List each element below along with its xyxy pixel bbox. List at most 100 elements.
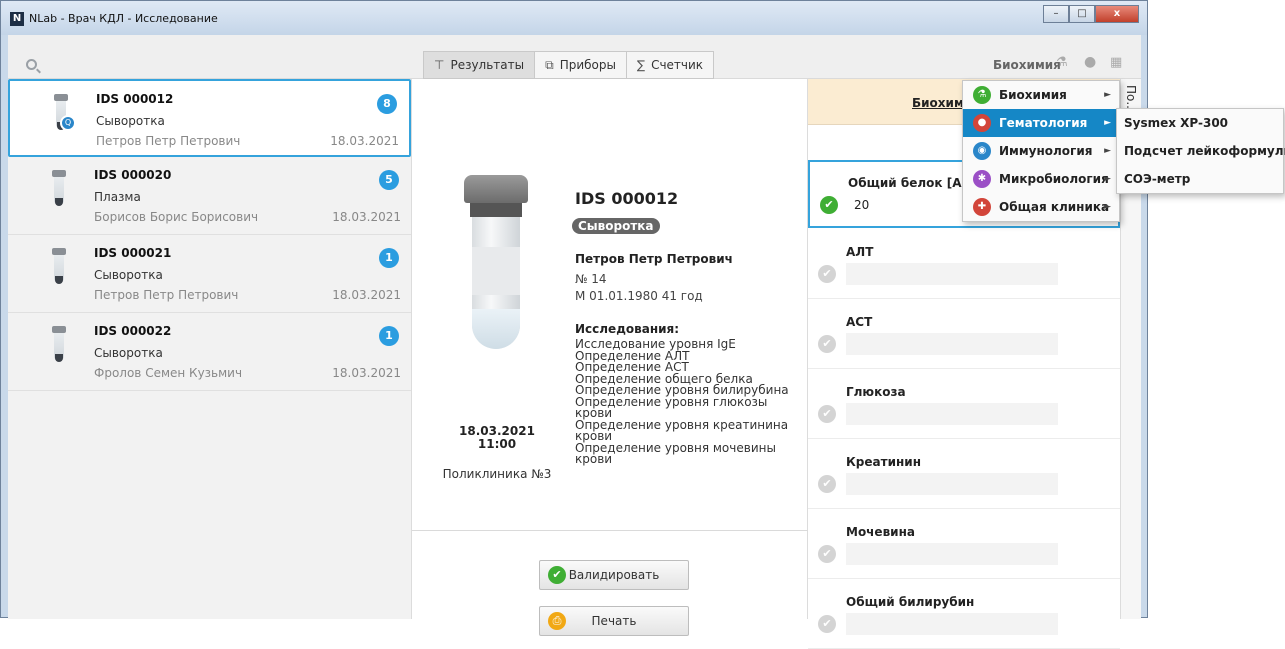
tab-results[interactable]: ⊤ Результаты xyxy=(423,51,536,79)
maximize-button[interactable]: □ xyxy=(1069,5,1095,23)
menu-item-general-clinic[interactable]: ✚ Общая клиника ► xyxy=(963,193,1119,221)
menu-item-label: Биохимия xyxy=(999,88,1067,102)
user-icon[interactable]: ● xyxy=(1084,54,1096,70)
collection-datetime: 18.03.2021 11:00 xyxy=(442,425,552,451)
tube-icon xyxy=(52,326,66,364)
result-value-input[interactable] xyxy=(846,543,1058,565)
chevron-right-icon: ► xyxy=(1104,118,1111,128)
submenu-item-esr-meter[interactable]: СОЭ-метр xyxy=(1117,165,1283,193)
sample-patient: Петров Петр Петрович xyxy=(96,134,241,148)
result-row[interactable]: ✔ Глюкоза xyxy=(808,371,1120,439)
check-icon[interactable]: ✔ xyxy=(818,475,836,493)
microbe-icon: ✱ xyxy=(973,170,991,188)
printer-icon: ⎙ xyxy=(548,612,566,630)
tab-counter-label: Счетчик xyxy=(651,58,704,72)
tab-devices[interactable]: ⧉ Приборы xyxy=(534,51,627,79)
sample-date: 18.03.2021 xyxy=(332,288,401,302)
app-logo-icon: N xyxy=(10,12,24,26)
check-icon[interactable]: ✔ xyxy=(818,265,836,283)
tests-list: Исследование уровня IgE Определение АЛТ … xyxy=(575,338,795,466)
result-value-input[interactable] xyxy=(846,403,1058,425)
menu-item-label: Микробиология xyxy=(999,172,1109,186)
submenu-item-sysmex[interactable]: Sysmex XP-300 xyxy=(1117,109,1283,137)
detail-patient-number: № 14 xyxy=(575,272,607,286)
sample-item[interactable]: Q IDS 000012 Сыворотка Петров Петр Петро… xyxy=(8,79,411,157)
menu-item-immunology[interactable]: ◉ Иммунология ► xyxy=(963,137,1119,165)
blood-drop-icon: ● xyxy=(973,114,991,132)
submenu-item-leukoformula[interactable]: Подсчет лейкоформулы xyxy=(1117,137,1285,165)
search-icon[interactable] xyxy=(26,59,37,70)
result-value-input[interactable] xyxy=(846,263,1058,285)
detail-sample-id: IDS 000012 xyxy=(575,189,679,208)
test-count-badge: 8 xyxy=(377,94,397,114)
menu-item-label: Иммунология xyxy=(999,144,1093,158)
sample-item[interactable]: IDS 000022 Сыворотка Фролов Семен Кузьми… xyxy=(8,313,411,391)
check-icon[interactable]: ✔ xyxy=(818,545,836,563)
hematology-submenu: Sysmex XP-300 Подсчет лейкоформулы СОЭ-м… xyxy=(1116,108,1285,194)
test-count-badge: 5 xyxy=(379,170,399,190)
test-count-badge: 1 xyxy=(379,248,399,268)
collection-time: 11:00 xyxy=(477,437,517,451)
menu-item-label: Гематология xyxy=(999,116,1088,130)
result-row[interactable]: ✔ Мочевина xyxy=(808,511,1120,579)
view-tabs: ⊤ Результаты ⧉ Приборы ∑ Счетчик xyxy=(423,51,715,79)
check-icon[interactable]: ✔ xyxy=(820,196,838,214)
result-value-input[interactable] xyxy=(846,473,1058,495)
sample-patient: Борисов Борис Борисович xyxy=(94,210,259,224)
menu-item-microbiology[interactable]: ✱ Микробиология ► xyxy=(963,165,1119,193)
sample-tube-image xyxy=(464,175,528,355)
chevron-right-icon: ► xyxy=(1104,202,1111,212)
result-row[interactable]: ✔ АЛТ xyxy=(808,231,1120,299)
devices-icon: ⧉ xyxy=(545,58,554,72)
flask-icon[interactable]: ⚗ xyxy=(1056,55,1068,70)
sample-date: 18.03.2021 xyxy=(330,134,399,148)
test-item: Определение уровня мочевины крови xyxy=(575,440,776,466)
result-row[interactable]: ✔ Креатинин xyxy=(808,441,1120,509)
grid-menu-icon[interactable]: ▦ xyxy=(1110,55,1122,70)
lab-selector-label[interactable]: Биохимия xyxy=(993,58,1061,72)
minimize-button[interactable]: – xyxy=(1043,5,1069,23)
check-icon[interactable]: ✔ xyxy=(818,405,836,423)
title-bar: N NLab - Врач КДЛ - Исследование – □ x xyxy=(1,1,1147,35)
check-icon: ✔ xyxy=(548,566,566,584)
menu-item-biochemistry[interactable]: ⚗ Биохимия ► xyxy=(963,81,1119,109)
result-row[interactable]: ✔ Общий билирубин xyxy=(808,581,1120,649)
tests-heading: Исследования: xyxy=(575,322,680,336)
result-name: Мочевина xyxy=(846,525,915,539)
chevron-right-icon: ► xyxy=(1104,90,1111,100)
check-icon[interactable]: ✔ xyxy=(818,335,836,353)
sample-type: Сыворотка xyxy=(94,268,163,282)
close-button[interactable]: x xyxy=(1095,5,1139,23)
result-name: АСТ xyxy=(846,315,873,329)
sample-detail: 18.03.2021 11:00 Поликлиника №3 IDS 0000… xyxy=(412,79,808,636)
flask-icon: ⚗ xyxy=(973,86,991,104)
sample-item[interactable]: IDS 000020 Плазма Борисов Борис Борисови… xyxy=(8,157,411,235)
result-value-input[interactable] xyxy=(846,333,1058,355)
detail-patient-dob: М 01.01.1980 41 год xyxy=(575,289,703,303)
tube-icon xyxy=(52,170,66,208)
menu-item-hematology[interactable]: ● Гематология ► xyxy=(963,109,1119,137)
result-name: Общий билирубин xyxy=(846,595,975,609)
sample-date: 18.03.2021 xyxy=(332,210,401,224)
result-row[interactable]: ✔ АСТ xyxy=(808,301,1120,369)
validate-button[interactable]: ✔ Валидировать xyxy=(539,560,689,590)
sample-date: 18.03.2021 xyxy=(332,366,401,380)
window-title: NLab - Врач КДЛ - Исследование xyxy=(29,12,218,25)
immunology-icon: ◉ xyxy=(973,142,991,160)
tube-icon: ⊤ xyxy=(434,58,445,72)
tube-icon xyxy=(52,248,66,286)
result-name: Креатинин xyxy=(846,455,921,469)
detail-sample-type-badge: Сыворотка xyxy=(572,218,660,234)
lab-dropdown-menu: ⚗ Биохимия ► ● Гематология ► ◉ Иммунолог… xyxy=(962,80,1120,222)
medical-cross-icon: ✚ xyxy=(973,198,991,216)
sample-item[interactable]: IDS 000021 Сыворотка Петров Петр Петрови… xyxy=(8,235,411,313)
tab-counter[interactable]: ∑ Счетчик xyxy=(625,51,715,79)
result-value-input[interactable] xyxy=(846,613,1058,635)
result-name: Глюкоза xyxy=(846,385,906,399)
sample-id: IDS 000020 xyxy=(94,168,172,182)
window-controls: – □ x xyxy=(1043,5,1139,23)
sample-id: IDS 000021 xyxy=(94,246,172,260)
sample-type: Сыворотка xyxy=(96,114,165,128)
print-button[interactable]: ⎙ Печать xyxy=(539,606,689,636)
menu-item-label: Общая клиника xyxy=(999,200,1110,214)
